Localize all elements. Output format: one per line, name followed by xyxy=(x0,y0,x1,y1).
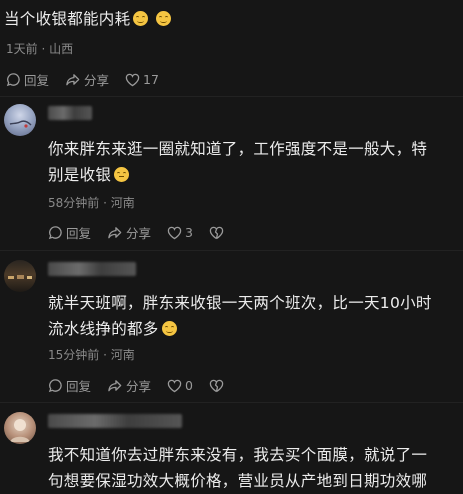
divider xyxy=(0,250,463,251)
heart-icon xyxy=(167,379,182,392)
comment-actions: 回复 分享 0 xyxy=(48,376,243,395)
comment-icon xyxy=(6,73,20,87)
avatar-icon xyxy=(9,120,32,128)
like-button[interactable]: 0 xyxy=(167,378,193,393)
divider xyxy=(0,402,463,403)
smile-emoji-icon xyxy=(156,11,172,26)
comment-icon xyxy=(48,379,62,393)
smile-emoji-icon xyxy=(133,11,149,26)
share-button[interactable]: 分享 xyxy=(107,223,151,242)
dislike-button[interactable] xyxy=(209,226,227,240)
avatar-icon xyxy=(10,419,30,442)
broken-heart-icon xyxy=(209,379,224,392)
avatar-icon xyxy=(8,275,32,279)
heart-icon xyxy=(167,226,182,239)
heart-icon xyxy=(125,73,140,86)
comment-text: 你来胖东来逛一圈就知道了，工作强度不是一般大，特 别是收银 xyxy=(48,140,428,184)
comment-meta: 58分钟前 · 河南 xyxy=(48,196,135,210)
divider xyxy=(0,96,463,97)
like-button[interactable]: 17 xyxy=(125,72,159,87)
username-blurred[interactable] xyxy=(48,106,92,120)
username-blurred[interactable] xyxy=(48,262,136,276)
comment-actions: 回复 分享 3 xyxy=(48,223,243,242)
dislike-button[interactable] xyxy=(209,379,227,393)
share-button[interactable]: 分享 xyxy=(107,376,151,395)
like-button[interactable]: 3 xyxy=(167,225,193,240)
broken-heart-icon xyxy=(209,226,224,239)
post-meta: 1天前 · 山西 xyxy=(6,42,74,56)
username-blurred[interactable] xyxy=(48,414,182,428)
thinking-emoji-icon xyxy=(114,167,130,182)
share-button[interactable]: 分享 xyxy=(65,70,109,89)
comment-text: 我不知道你去过胖东来没有，我去买个面膜，就说了一 句想要保湿功效大概价格，营业员… xyxy=(48,446,428,490)
post-text: 当个收银都能内耗 xyxy=(4,6,172,32)
share-icon xyxy=(108,380,122,392)
reply-button[interactable]: 回复 xyxy=(48,223,91,242)
avatar[interactable] xyxy=(4,260,36,292)
reply-button[interactable]: 回复 xyxy=(48,376,91,395)
avatar[interactable] xyxy=(4,412,36,444)
post-actions: 回复 分享 17 xyxy=(6,70,175,89)
avatar[interactable] xyxy=(4,104,36,136)
comment-meta: 15分钟前 · 河南 xyxy=(48,348,135,362)
grin-emoji-icon xyxy=(161,321,177,336)
share-icon xyxy=(66,74,80,86)
reply-button[interactable]: 回复 xyxy=(6,70,49,89)
comment-icon xyxy=(48,226,62,240)
share-icon xyxy=(108,227,122,239)
comment-text: 就半天班啊，胖东来收银一天两个班次，比一天10小时 流水线挣的都多 xyxy=(48,294,432,338)
